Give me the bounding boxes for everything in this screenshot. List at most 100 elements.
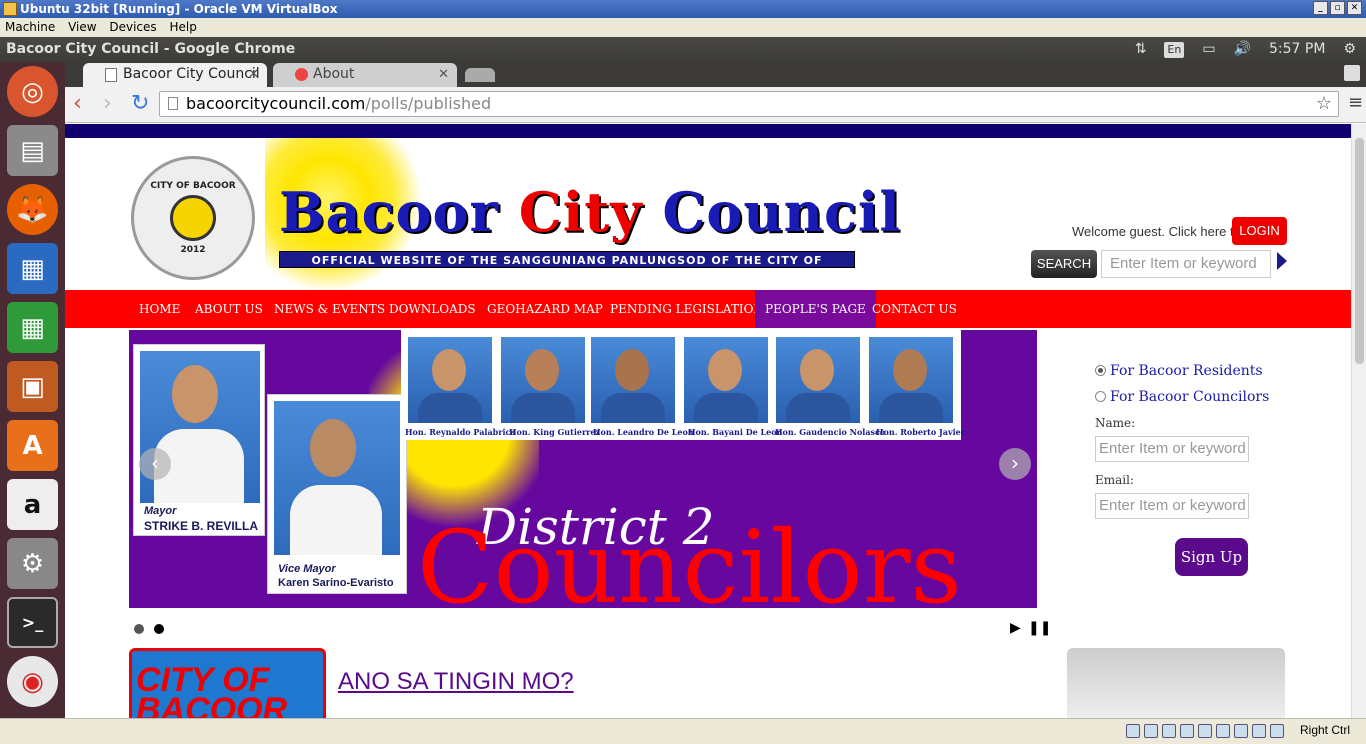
city-box-text: CITY OF BACOOR [136, 661, 288, 718]
slider-dot-2[interactable] [154, 624, 164, 634]
councilor-photo [869, 337, 953, 423]
host-key-label: Right Ctrl [1300, 723, 1351, 737]
firefox-icon[interactable]: 🦊 [7, 184, 58, 235]
play-icon[interactable]: ▶ [1010, 620, 1021, 636]
poll-option-councilors[interactable]: For Bacoor Councilors [1095, 389, 1269, 405]
sun-emblem [170, 195, 216, 241]
unity-launcher: ◎ ▤ 🦊 ▦ ▦ ▣ A a ⚙ >_ ◉ [0, 62, 65, 718]
city-of-bacoor-thumbnail[interactable]: CITY OF BACOOR [129, 648, 326, 718]
councilor-photo [591, 337, 675, 423]
name-input[interactable]: Enter Item or keyword [1095, 436, 1249, 462]
nav-about-us[interactable]: ABOUT US [195, 290, 263, 328]
name-label: Name: [1095, 416, 1136, 430]
slider-dot-1[interactable] [134, 624, 144, 634]
menu-help[interactable]: Help [170, 20, 197, 34]
tab-bacoor[interactable]: Bacoor City Council ✕ [83, 63, 267, 87]
back-icon[interactable]: ‹ [73, 91, 82, 117]
radio-button[interactable] [1095, 391, 1106, 402]
sidebar-widget [1067, 648, 1285, 718]
pause-icon[interactable]: ❚❚ [1028, 620, 1051, 636]
profile-icon[interactable] [1344, 65, 1360, 81]
login-button[interactable]: LOGIN [1232, 217, 1287, 245]
vbox-menubar: Machine View Devices Help [0, 18, 1366, 37]
vice-mayor-photo: Vice Mayor Karen Sarino-Evaristo [267, 394, 407, 594]
browser-toolbar: ‹ › ↻ bacoorcitycouncil.com/polls/publis… [65, 87, 1366, 123]
restore-button[interactable]: ▫ [1330, 1, 1345, 15]
mouse-integration-icon[interactable] [1252, 724, 1266, 738]
email-input[interactable]: Enter Item or keyword [1095, 493, 1249, 519]
nav-geohazard-map[interactable]: GEOHAZARD MAP [487, 290, 603, 328]
page-icon [168, 97, 178, 110]
vice-mayor-name: Karen Sarino-Evaristo [278, 577, 394, 589]
councilor-name: Hon. Leandro De Leon [593, 427, 694, 437]
usb-icon[interactable] [1162, 724, 1176, 738]
slider-next-button[interactable]: › [999, 448, 1031, 480]
network-adapter-icon[interactable] [1198, 724, 1212, 738]
nav-peoples-page[interactable]: PEOPLE'S PAGE [755, 290, 876, 328]
close-button[interactable]: ✕ [1347, 1, 1362, 15]
councilor-name: Hon. Gaudencio Nolasco [775, 427, 886, 437]
new-tab-button[interactable] [465, 68, 495, 82]
councilor-photo [408, 337, 492, 423]
top-stripe [65, 124, 1351, 138]
nav-news-events[interactable]: NEWS & EVENTS [274, 290, 385, 328]
settings-icon[interactable]: ⚙ [7, 538, 58, 589]
email-label: Email: [1095, 473, 1135, 487]
minimize-button[interactable]: _ [1313, 1, 1328, 15]
writer-icon[interactable]: ▦ [7, 243, 58, 294]
clock[interactable]: 5:57 PM [1269, 37, 1325, 62]
shared-folder-icon[interactable] [1180, 724, 1194, 738]
close-tab-icon[interactable]: ✕ [438, 63, 449, 86]
close-tab-icon[interactable]: ✕ [248, 63, 259, 86]
terminal-icon[interactable]: >_ [7, 597, 58, 648]
vertical-scrollbar[interactable] [1351, 124, 1366, 718]
address-bar[interactable]: bacoorcitycouncil.com/polls/published ☆ [159, 91, 1339, 117]
files-icon[interactable]: ▤ [7, 125, 58, 176]
mayor-role: Mayor [144, 505, 177, 517]
article-headline-link[interactable]: ANO SA TINGIN MO? [338, 668, 574, 696]
nav-pending-legislation[interactable]: PENDING LEGISLATION [610, 290, 764, 328]
nav-contact-us[interactable]: CONTACT US [872, 290, 957, 328]
menu-machine[interactable]: Machine [5, 20, 55, 34]
calc-icon[interactable]: ▦ [7, 302, 58, 353]
keyboard-indicator[interactable]: En [1164, 41, 1185, 58]
gear-icon[interactable]: ⚙ [1343, 37, 1356, 62]
video-capture-icon[interactable] [1234, 724, 1248, 738]
menu-devices[interactable]: Devices [109, 20, 156, 34]
menu-view[interactable]: View [68, 20, 96, 34]
chrome-menu-icon[interactable]: ≡ [1348, 94, 1363, 112]
amazon-icon[interactable]: a [7, 479, 58, 530]
cd-icon[interactable] [1144, 724, 1158, 738]
arrow-down-icon[interactable] [1270, 724, 1284, 738]
seal-year: 2012 [180, 245, 206, 255]
hdd-icon[interactable] [1126, 724, 1140, 738]
volume-icon[interactable]: 🔊 [1234, 37, 1251, 62]
software-center-icon[interactable]: A [7, 420, 58, 471]
bookmark-star-icon[interactable]: ☆ [1316, 92, 1332, 116]
chrome-window: Bacoor City Council ✕ About ✕ ‹ › ↻ baco… [65, 62, 1366, 718]
active-window-title: Bacoor City Council - Google Chrome [6, 41, 296, 57]
search-button[interactable]: SEARCH [1031, 250, 1097, 278]
chrome-icon[interactable]: ◉ [7, 656, 58, 707]
scrollbar-thumb[interactable] [1355, 138, 1364, 364]
battery-icon[interactable]: ▭ [1202, 37, 1215, 62]
ubuntu-dash-icon[interactable]: ◎ [7, 66, 58, 117]
page-viewport: CITY OF BACOOR 2012 Bacoor City Council … [65, 124, 1351, 718]
display-icon[interactable] [1216, 724, 1230, 738]
impress-icon[interactable]: ▣ [7, 361, 58, 412]
forward-icon[interactable]: › [103, 91, 112, 117]
network-icon[interactable]: ⇅ [1135, 37, 1147, 62]
nav-downloads[interactable]: DOWNLOADS [389, 290, 476, 328]
search-go-icon[interactable] [1277, 252, 1287, 270]
search-input[interactable]: Enter Item or keyword [1101, 250, 1271, 278]
radio-button[interactable] [1095, 365, 1106, 376]
site-title[interactable]: Bacoor City Council [279, 180, 901, 244]
reload-icon[interactable]: ↻ [131, 91, 149, 117]
poll-option-residents[interactable]: For Bacoor Residents [1095, 363, 1263, 379]
vice-mayor-role: Vice Mayor [278, 563, 336, 575]
title-word-2: City [518, 180, 663, 244]
sign-up-button[interactable]: Sign Up [1175, 538, 1248, 576]
tab-about[interactable]: About ✕ [273, 63, 457, 87]
nav-home[interactable]: HOME [139, 290, 180, 328]
slider-prev-button[interactable]: ‹ [139, 448, 171, 480]
